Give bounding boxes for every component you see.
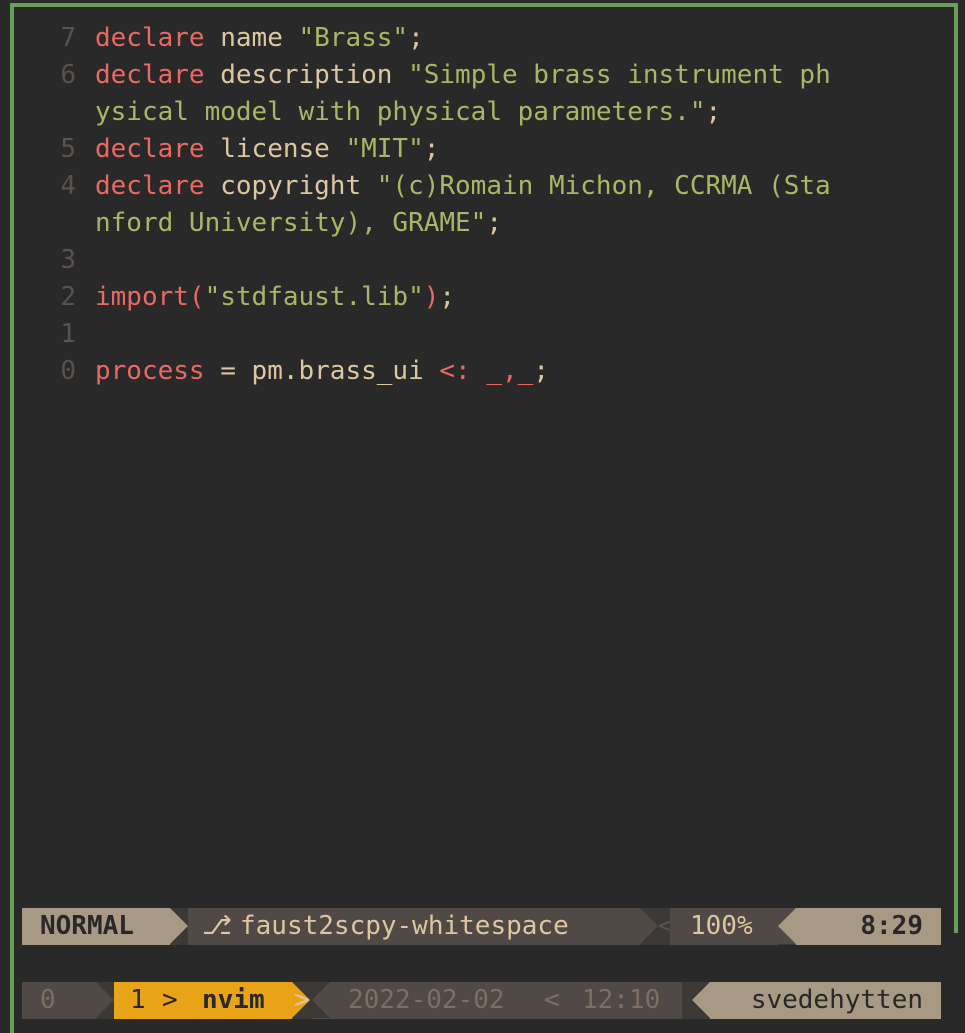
hostname: svedehytten <box>710 982 941 1019</box>
tmux-status-bar: 0 1 > nvim > 2022-02-02 < 12:10 svedehyt… <box>22 982 941 1019</box>
tmux-window-active[interactable]: 1 > nvim <box>114 982 292 1019</box>
line-number: 2 <box>60 282 76 312</box>
code-token: declare <box>95 60 205 90</box>
session-separator <box>96 982 114 1018</box>
line-code: process = pm.brass_ui <: _,_; <box>95 353 549 390</box>
scroll-percent: 100% <box>690 911 753 941</box>
tmux-session[interactable]: 0 <box>22 982 96 1019</box>
date-separator <box>312 982 330 1018</box>
mode-indicator: NORMAL <box>22 908 170 945</box>
window-name: nvim <box>202 985 265 1015</box>
code-token: <: <box>439 356 471 386</box>
code-token: _,_ <box>486 356 534 386</box>
vim-statusline: NORMAL ⎇ faust2scpy-whitespace < 100% 8:… <box>22 908 941 945</box>
branch-separator <box>640 908 658 944</box>
mode-separator <box>170 908 188 944</box>
datetime-separator: < <box>544 985 560 1015</box>
code-token: "Simple brass instrument ph <box>408 60 831 90</box>
line-number: 5 <box>60 134 76 164</box>
line-number: 6 <box>60 60 76 90</box>
pane-border-left <box>10 3 14 1033</box>
line-number: 0 <box>60 356 76 386</box>
line-code: declare name "Brass"; <box>95 20 424 57</box>
code-token: copyright <box>204 171 377 201</box>
cursor-position: 8:29 <box>796 908 941 945</box>
code-token: ysical model with physical parameters." <box>95 97 706 127</box>
line-code: ysical model with physical parameters."; <box>95 94 721 131</box>
code-token: process <box>95 356 205 386</box>
terminal-window: 7 declare name "Brass"; 6 declare descripti… <box>0 0 965 1033</box>
code-token: ; <box>705 97 722 127</box>
git-branch-name: faust2scpy-whitespace <box>240 911 569 941</box>
line-number: 3 <box>60 245 76 275</box>
code-token: "MIT" <box>345 134 424 164</box>
code-token: declare <box>95 171 205 201</box>
code-token: ; <box>486 208 502 238</box>
code-token: = pm.brass_ui <box>204 356 440 386</box>
line-number: 7 <box>60 23 76 53</box>
code-token: "stdfaust.lib" <box>204 282 424 312</box>
pane-border-top <box>10 3 958 7</box>
code-token: ) <box>423 282 440 312</box>
position-separator <box>778 908 796 944</box>
code-token: name <box>204 23 299 53</box>
code-token: nford University), GRAME" <box>95 208 487 238</box>
code-token: ; <box>439 282 456 312</box>
line-number: 1 <box>60 319 76 349</box>
window-end-marker: > <box>294 985 310 1015</box>
code-token: "(c)Romain Michon, CCRMA (Sta <box>376 171 831 201</box>
line-code: import("stdfaust.lib"); <box>95 279 455 316</box>
git-branch-icon: ⎇ <box>202 911 232 941</box>
code-token: license <box>204 134 346 164</box>
code-token: ; <box>423 134 440 164</box>
line-number: 4 <box>60 171 76 201</box>
line-code: declare description "Simple brass instru… <box>95 57 831 94</box>
line-code: declare license "MIT"; <box>95 131 439 168</box>
code-token: import <box>95 282 189 312</box>
code-token: declare <box>95 23 205 53</box>
git-branch-section: ⎇ faust2scpy-whitespace <box>188 908 640 945</box>
window-separator: > <box>162 985 178 1015</box>
code-token: ( <box>188 282 205 312</box>
line-code: nford University), GRAME"; <box>95 205 502 242</box>
code-token: "Brass" <box>298 23 409 53</box>
date-text: 2022-02-02 <box>348 985 505 1015</box>
code-token: ; <box>533 356 549 386</box>
code-token: description <box>204 60 409 90</box>
host-separator <box>692 982 710 1018</box>
line-code: declare copyright "(c)Romain Michon, CCR… <box>95 168 831 205</box>
pane-border-right <box>954 3 958 933</box>
code-token: ; <box>408 23 424 53</box>
time-text: 12:10 <box>582 985 661 1015</box>
code-token: declare <box>95 134 205 164</box>
window-index: 1 <box>130 985 146 1015</box>
